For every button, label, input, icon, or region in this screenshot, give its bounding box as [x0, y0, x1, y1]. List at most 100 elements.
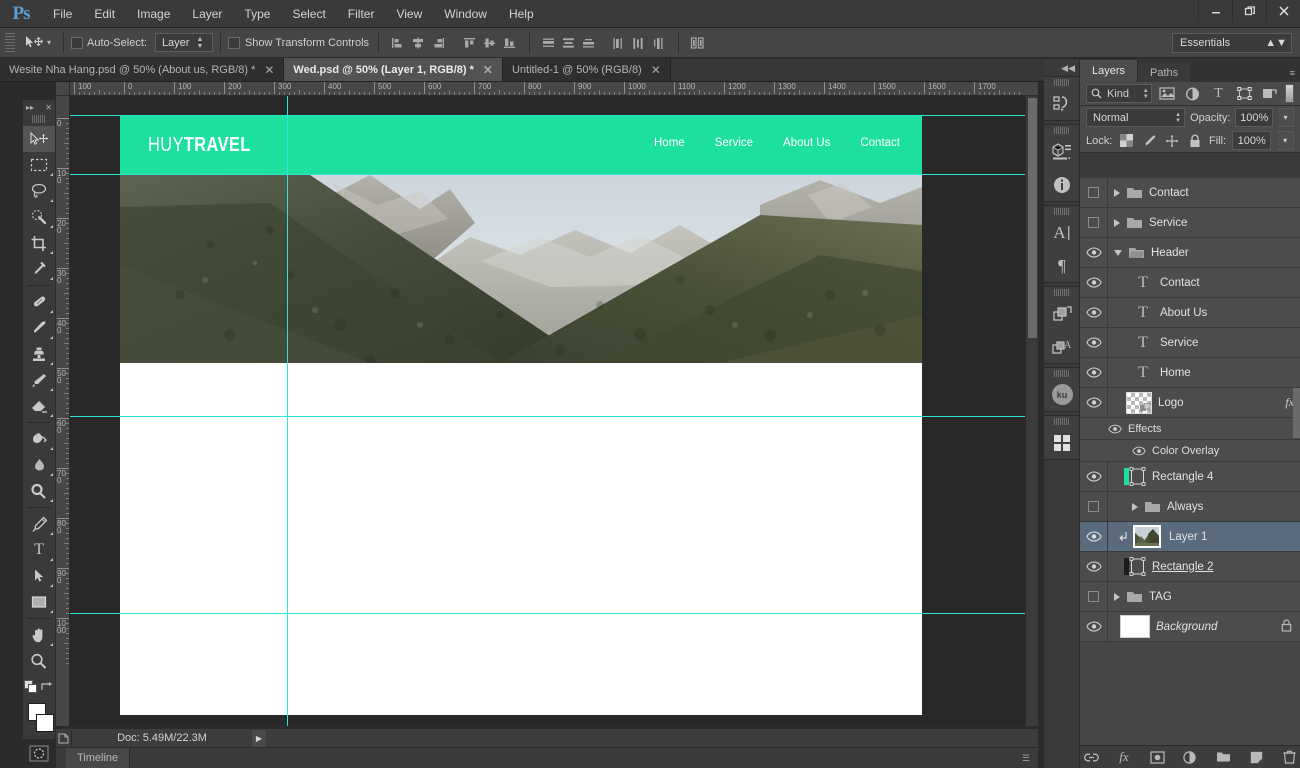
canvas-vertical-scrollbar[interactable]: [1025, 96, 1038, 726]
path-selection-tool[interactable]: [23, 563, 55, 589]
dock-grip[interactable]: [1054, 289, 1069, 296]
distribute-right-edges-icon[interactable]: [649, 33, 669, 53]
guide-vertical-left[interactable]: [287, 96, 288, 726]
document-tab-wed[interactable]: Wed.psd @ 50% (Layer 1, RGB/8) * ✕: [284, 58, 503, 81]
tool-expand-icon[interactable]: [50, 414, 53, 417]
clone-stamp-tool[interactable]: [23, 341, 55, 367]
tools-panel-grip[interactable]: [32, 115, 46, 123]
fill-input[interactable]: 100%: [1232, 131, 1272, 150]
eraser-tool[interactable]: [23, 393, 55, 419]
menu-filter[interactable]: Filter: [337, 0, 386, 28]
chevron-right-icon[interactable]: [1114, 592, 1120, 601]
guide-horizontal-hero-bottom[interactable]: [70, 416, 1038, 417]
lock-all-icon[interactable]: [1186, 132, 1203, 149]
rectangular-marquee-tool[interactable]: [23, 152, 55, 178]
dock-grip[interactable]: [1054, 370, 1069, 377]
visibility-toggle[interactable]: [1080, 357, 1108, 388]
tab-layers[interactable]: Layers: [1080, 60, 1139, 82]
chevron-down-icon[interactable]: [1114, 249, 1122, 256]
lasso-tool[interactable]: [23, 178, 55, 204]
tool-expand-icon[interactable]: [50, 473, 53, 476]
visibility-toggle[interactable]: [1080, 581, 1108, 612]
tool-expand-icon[interactable]: [50, 610, 53, 613]
character-panel-icon[interactable]: A |: [1044, 216, 1080, 249]
menu-select[interactable]: Select: [281, 0, 336, 28]
filter-type-icon[interactable]: T: [1208, 84, 1229, 104]
visibility-toggle[interactable]: [1080, 611, 1108, 642]
menu-help[interactable]: Help: [498, 0, 545, 28]
dodge-tool[interactable]: [23, 478, 55, 504]
dock-grip[interactable]: [1054, 79, 1069, 86]
hand-tool[interactable]: [23, 622, 55, 648]
menu-type[interactable]: Type: [233, 0, 281, 28]
close-icon[interactable]: ✕: [45, 103, 52, 112]
layer-filter-toggle[interactable]: [1285, 84, 1294, 103]
eyedropper-tool[interactable]: [23, 256, 55, 282]
tool-expand-icon[interactable]: [50, 558, 53, 561]
horizontal-ruler[interactable]: 2001000100200300400500600700800900100011…: [70, 82, 1038, 96]
pen-tool[interactable]: [23, 511, 55, 537]
close-icon[interactable]: ✕: [483, 63, 493, 77]
layers-panel-menu-icon[interactable]: ≡: [1290, 68, 1295, 78]
document-size-icon[interactable]: [56, 729, 72, 747]
quick-mask-icon[interactable]: [29, 745, 49, 762]
kuler-panel-icon[interactable]: ku: [1044, 378, 1080, 411]
distribute-top-edges-icon[interactable]: [539, 33, 559, 53]
ruler-corner[interactable]: [56, 82, 70, 96]
layer-filter-kind-select[interactable]: Kind ▲ ▼: [1086, 84, 1152, 103]
expand-tools-icon[interactable]: ▸▸: [26, 103, 34, 112]
layer-row-tag-group[interactable]: TAG: [1080, 581, 1300, 612]
history-brush-tool[interactable]: [23, 367, 55, 393]
layer-effects-row[interactable]: Effects: [1080, 418, 1300, 440]
shape-layer-thumbnail[interactable]: [1122, 556, 1146, 577]
filter-shape-icon[interactable]: [1234, 84, 1255, 104]
background-color-swatch[interactable]: [36, 714, 54, 732]
align-bottom-edges-icon[interactable]: [500, 33, 520, 53]
visibility-toggle[interactable]: [1080, 327, 1108, 358]
layer-row-rectangle-2[interactable]: Rectangle 2: [1080, 551, 1300, 582]
move-tool[interactable]: [23, 126, 55, 152]
layer-thumbnail[interactable]: [1126, 391, 1152, 414]
default-colors-icon[interactable]: [24, 680, 38, 694]
rectangle-tool[interactable]: [23, 589, 55, 615]
close-button[interactable]: [1266, 0, 1300, 22]
visibility-toggle[interactable]: [1080, 207, 1108, 238]
align-top-edges-icon[interactable]: [460, 33, 480, 53]
tool-expand-icon[interactable]: [50, 277, 53, 280]
zoom-tool[interactable]: [23, 648, 55, 674]
tool-expand-icon[interactable]: [50, 251, 53, 254]
tool-preset-chevron-icon[interactable]: ▾: [47, 38, 51, 47]
layer-thumbnail[interactable]: [1133, 525, 1161, 548]
current-tool-preset[interactable]: ▾: [19, 32, 56, 54]
dock-grip[interactable]: [1054, 208, 1069, 215]
layer-row-header-group[interactable]: Header: [1080, 237, 1300, 268]
distribute-left-edges-icon[interactable]: [609, 33, 629, 53]
canvas-area[interactable]: HUYTRAVEL Home Service About Us Contact: [70, 96, 1038, 726]
filter-smart-object-icon[interactable]: [1259, 84, 1280, 104]
type-tool[interactable]: T: [23, 537, 55, 563]
blur-tool[interactable]: [23, 452, 55, 478]
tool-expand-icon[interactable]: [50, 447, 53, 450]
add-layer-style-icon[interactable]: fx: [1116, 749, 1132, 765]
collapse-panels-button[interactable]: ◀◀: [1044, 60, 1079, 76]
filter-pixel-icon[interactable]: [1157, 84, 1178, 104]
document-page[interactable]: HUYTRAVEL Home Service About Us Contact: [120, 115, 922, 715]
info-panel-icon[interactable]: [1044, 168, 1080, 201]
new-group-icon[interactable]: [1215, 749, 1231, 765]
lock-position-icon[interactable]: [1164, 132, 1181, 149]
distribute-horizontal-centers-icon[interactable]: [629, 33, 649, 53]
layer-row-background[interactable]: Background: [1080, 611, 1300, 642]
menu-image[interactable]: Image: [126, 0, 181, 28]
layer-row-always-group[interactable]: Always: [1080, 491, 1300, 522]
scrollbar-thumb[interactable]: [1028, 98, 1037, 338]
eye-icon[interactable]: [1132, 446, 1146, 456]
paragraph-panel-icon[interactable]: ¶: [1044, 249, 1080, 282]
tool-expand-icon[interactable]: [50, 310, 53, 313]
layer-row-home-text[interactable]: T Home: [1080, 357, 1300, 388]
align-left-edges-icon[interactable]: [388, 33, 408, 53]
layer-thumbnail[interactable]: [1120, 615, 1150, 638]
layer-row-logo[interactable]: Logo fx: [1080, 387, 1300, 438]
link-layers-icon[interactable]: [1083, 749, 1099, 765]
menu-layer[interactable]: Layer: [181, 0, 233, 28]
tool-expand-icon[interactable]: [50, 499, 53, 502]
